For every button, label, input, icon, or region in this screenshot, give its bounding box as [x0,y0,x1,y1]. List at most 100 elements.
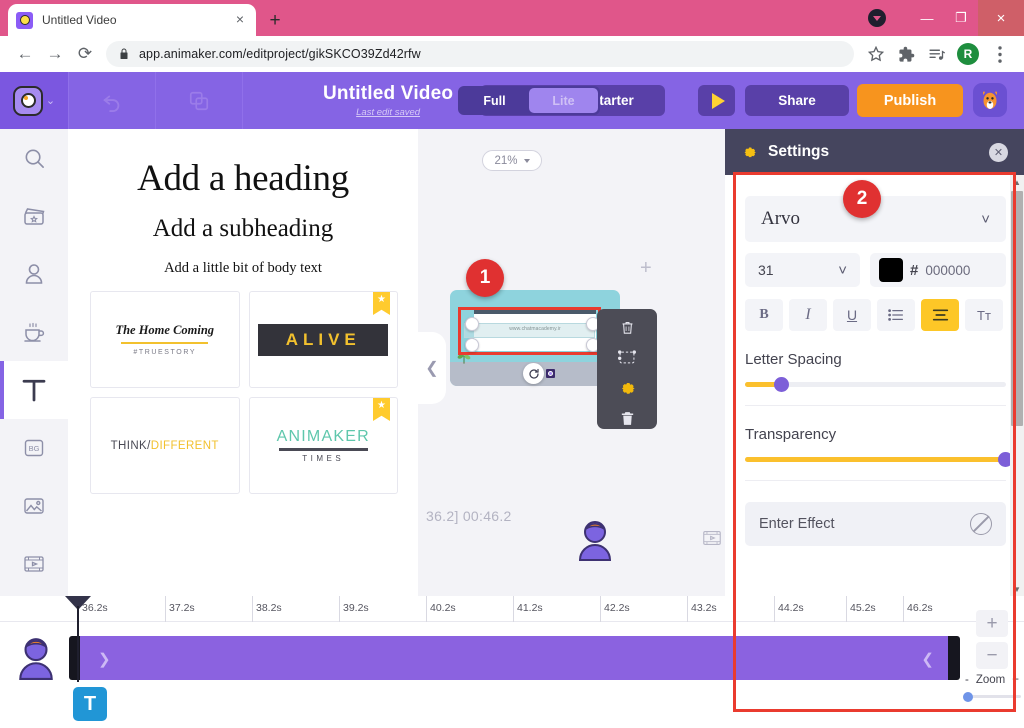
trash-icon[interactable] [614,409,640,430]
sidebar-item-bg[interactable]: BG [0,419,68,477]
timeline-tracks: ❯ ❮ [0,596,1024,728]
preset-heading[interactable]: Add a heading [78,157,408,200]
extensions-icon[interactable] [892,40,920,68]
chevron-left-icon: ❮ [425,360,439,377]
font-size-selector[interactable]: 31 ˅ [745,253,860,287]
minimize-button[interactable]: — [910,0,944,36]
slider-knob[interactable] [963,691,973,702]
canvas-stage: 21% + www.chatmacademy.ir 1 [418,129,725,596]
sidebar-item-videoclip[interactable] [0,535,68,593]
back-icon[interactable]: ← [10,39,40,69]
zoom-in-button[interactable]: + [976,610,1008,637]
chevron-down-icon[interactable]: ⌄ [46,94,55,107]
character-icon [25,264,43,284]
list-item[interactable]: THINK/DIFFERENT [90,397,240,494]
transparency-slider[interactable] [745,452,1013,467]
slider-knob[interactable] [773,377,789,392]
panel-collapse-button[interactable]: ❮ [418,332,446,404]
playhead[interactable] [65,596,91,682]
clip-expand-right-icon[interactable]: ❮ [921,650,934,668]
list-item[interactable]: ★ ANIMAKER TIMES [248,397,398,494]
align-button[interactable] [921,299,959,331]
bullet-list-button[interactable] [877,299,915,331]
color-swatch[interactable] [879,258,903,282]
heart-badge-icon[interactable] [868,9,886,27]
letter-spacing-slider[interactable] [745,377,1006,392]
clip-expand-left-icon[interactable]: ❯ [98,650,111,668]
list-item[interactable]: ★ ALIVE [248,291,398,388]
project-title-block[interactable]: Untitled Video Last edit saved [323,83,453,118]
scrollbar-thumb[interactable] [1011,191,1023,426]
mode-option-lite[interactable]: Lite [529,88,598,113]
duplicate-button[interactable] [156,72,242,129]
preview-play-button[interactable] [698,85,735,116]
playlist-icon[interactable] [922,40,950,68]
scroll-up-icon[interactable]: ▲ [1010,175,1024,189]
sidebar-item-character[interactable] [0,245,68,303]
underline-button[interactable]: U [833,299,871,331]
close-icon[interactable]: × [232,12,248,28]
settings-scrollbar[interactable]: ▲ ▼ [1010,175,1024,596]
crop-select-icon[interactable] [614,348,640,369]
premium-badge-icon: ★ [373,398,390,421]
share-button[interactable]: Share [745,85,849,116]
timeline-zoom-slider[interactable] [963,691,1021,702]
mode-option-full[interactable]: Full [460,88,529,113]
address-bar[interactable]: app.animaker.com/editproject/gikSKCO39Zd… [106,41,854,67]
browser-tab-bar: Untitled Video × + — ❐ × [0,0,1024,36]
browser-tab[interactable]: Untitled Video × [8,4,256,36]
sidebar-item-image[interactable] [0,477,68,535]
window-close-button[interactable]: × [978,0,1024,36]
sidebar-item-text[interactable] [0,361,68,419]
list-item[interactable]: The Home Coming #TRUESTORY [90,291,240,388]
sidebar-item-video[interactable] [0,187,68,245]
animaker-logo-button[interactable]: ⌄ [0,72,68,129]
preset-subheading[interactable]: Add a subheading [78,215,408,243]
text-color-picker[interactable]: # 000000 [870,253,1006,287]
resize-handle-bl[interactable] [465,338,479,352]
trash-top-icon[interactable] [614,317,640,338]
menu-icon[interactable] [986,40,1014,68]
animaker-favicon-icon [16,11,33,29]
text-case-button[interactable]: Tᴛ [965,299,1003,331]
window-controls: — ❐ × [868,0,1024,36]
resize-handle-tl[interactable] [465,317,479,331]
profile-avatar[interactable]: R [957,43,979,65]
new-tab-button[interactable]: + [262,8,288,34]
rotate-handle[interactable] [523,363,544,384]
mascot-icon[interactable] [973,83,1007,117]
maximize-button[interactable]: ❐ [944,0,978,36]
text-clip-chip[interactable]: T [73,687,107,721]
reload-icon[interactable]: ⟳ [70,39,100,69]
bold-button[interactable]: B [745,299,783,331]
zoom-plus-label[interactable]: + [1012,674,1019,686]
forward-icon[interactable]: → [40,39,70,69]
character-avatar-icon[interactable] [18,636,54,680]
settings-gear-icon [744,147,756,157]
scroll-down-icon[interactable]: ▼ [1010,582,1024,596]
close-icon[interactable]: ✕ [989,142,1008,162]
clip-trim-right[interactable] [948,636,960,680]
character-avatar-icon[interactable] [578,519,612,561]
gear-icon[interactable] [614,378,640,399]
italic-button[interactable]: I [789,299,827,331]
star-icon[interactable] [862,40,890,68]
text-presets: Add a heading Add a subheading Add a lit… [68,129,418,277]
sidebar-item-search[interactable] [0,129,68,187]
sidebar-group-top [0,129,68,361]
preset-body[interactable]: Add a little bit of body text [78,260,408,277]
enter-effect-selector[interactable]: Enter Effect [745,502,1006,546]
timeline-clip[interactable]: ❯ ❮ [69,636,960,680]
zoom-minus-label[interactable]: - [965,674,969,686]
publish-button[interactable]: Publish [857,84,963,117]
undo-button[interactable] [69,72,155,129]
callout-badge-1: 1 [466,259,504,297]
color-hex-value[interactable]: 000000 [925,263,970,278]
film-icon[interactable] [701,527,723,549]
add-scene-button[interactable]: + [640,257,652,280]
svg-text:BG: BG [29,444,40,453]
mode-toggle[interactable]: Full Lite [458,86,600,115]
canvas-zoom-selector[interactable]: 21% [482,150,542,171]
sidebar-item-props[interactable] [0,303,68,361]
zoom-out-button[interactable]: − [976,642,1008,669]
